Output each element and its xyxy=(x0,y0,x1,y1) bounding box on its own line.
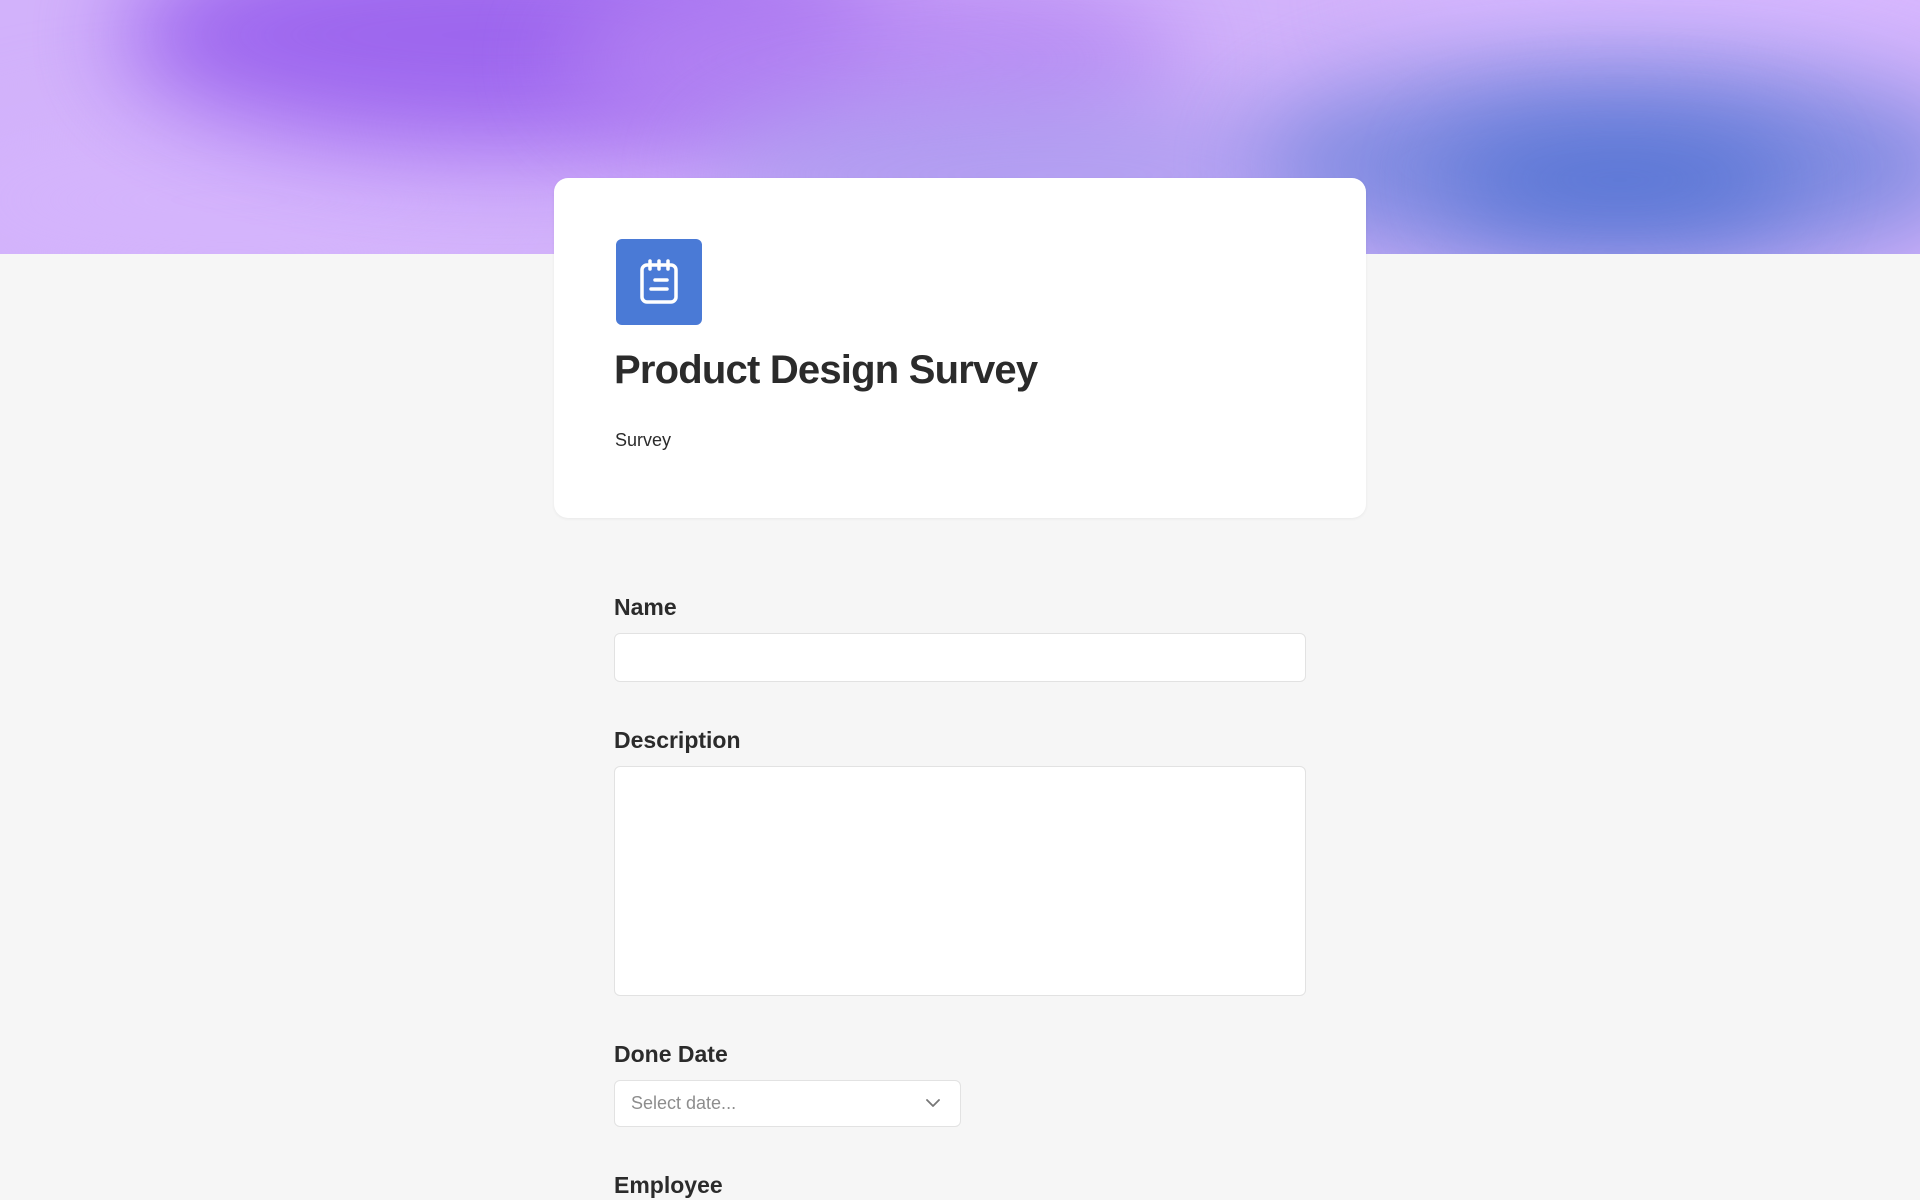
done-date-label: Done Date xyxy=(614,1041,728,1067)
name-input[interactable] xyxy=(614,633,1306,682)
page-title: Product Design Survey xyxy=(614,348,1038,392)
notepad-icon xyxy=(616,239,702,325)
description-label: Description xyxy=(614,727,741,753)
employee-label: Employee xyxy=(614,1172,723,1198)
chevron-down-icon xyxy=(926,1095,940,1113)
name-label: Name xyxy=(614,594,677,620)
description-textarea[interactable] xyxy=(614,766,1306,996)
done-date-select[interactable]: Select date... xyxy=(614,1080,961,1127)
page-subtitle: Survey xyxy=(615,430,672,450)
done-date-placeholder: Select date... xyxy=(631,1093,737,1113)
